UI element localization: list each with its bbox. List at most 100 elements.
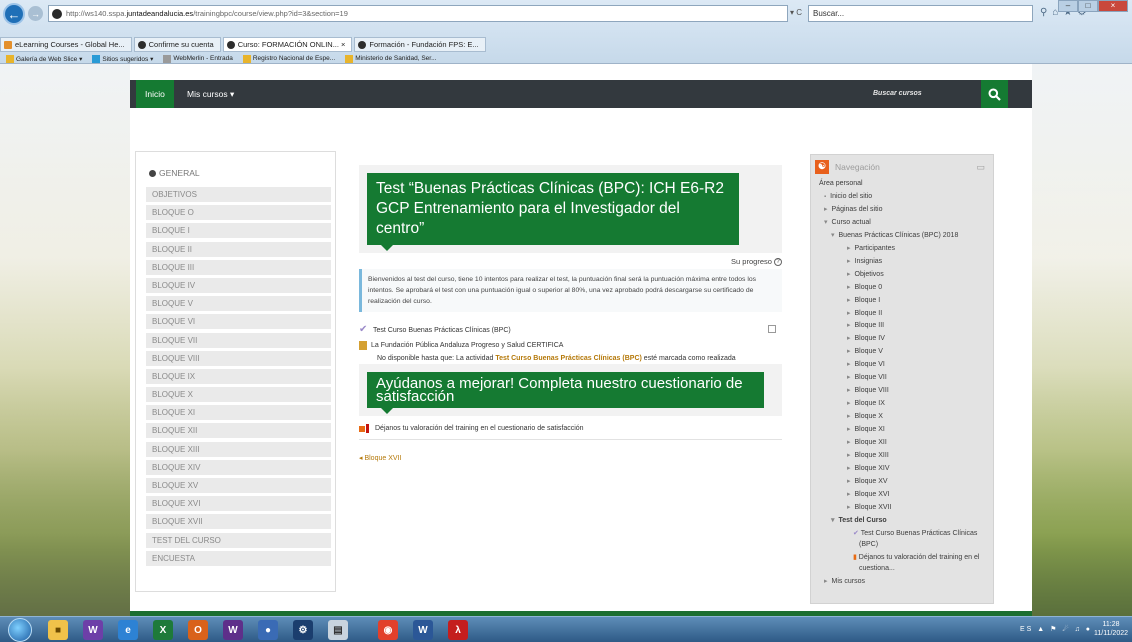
section-item[interactable]: BLOQUE XV: [146, 478, 331, 493]
collapse-icon[interactable]: ▭: [976, 162, 985, 173]
section-item[interactable]: BLOQUE X: [146, 387, 331, 403]
nav-feedback-line1[interactable]: Déjanos tu valoración del training en el: [859, 554, 980, 561]
restriction-link[interactable]: Test Curso Buenas Prácticas Clínicas (BP…: [495, 355, 642, 362]
nav-item[interactable]: Bloque XIV: [819, 463, 993, 476]
section-item[interactable]: BLOQUE I: [146, 223, 331, 239]
nav-feedback-cont[interactable]: cuestiona...: [819, 564, 993, 576]
nav-item[interactable]: Bloque 0: [819, 282, 993, 295]
section-item[interactable]: BLOQUE XVII: [146, 514, 331, 530]
close-icon[interactable]: ×: [1098, 0, 1128, 12]
nav-item[interactable]: Páginas del sitio: [819, 204, 993, 217]
search-button[interactable]: [981, 80, 1008, 108]
app-w-icon[interactable]: W: [83, 620, 103, 640]
nav-test-quiz-cont[interactable]: (BPC): [819, 540, 993, 552]
quiz-activity-label[interactable]: Test Curso Buenas Prácticas Clínicas (BP…: [373, 327, 511, 334]
tab-formacion[interactable]: Formación - Fundación FPS: E...: [354, 37, 486, 52]
forward-arrow-icon[interactable]: →: [28, 6, 43, 21]
section-item[interactable]: BLOQUE XVI: [146, 496, 331, 512]
app-w2-icon[interactable]: W: [223, 620, 243, 640]
section-item[interactable]: BLOQUE VIII: [146, 350, 331, 366]
completion-checkbox[interactable]: [768, 325, 776, 334]
tab-confirme[interactable]: Confirme su cuenta: [133, 37, 221, 52]
fav-suggested[interactable]: Sitios sugeridos ▾: [92, 53, 153, 64]
section-item[interactable]: BLOQUE VII: [146, 332, 331, 348]
home-link[interactable]: Inicio: [136, 80, 174, 108]
section-item[interactable]: BLOQUE XI: [146, 405, 331, 421]
nav-my-courses[interactable]: Mis cursos: [819, 576, 993, 589]
nav-item[interactable]: Bloque V: [819, 346, 993, 359]
nav-item[interactable]: Bloque VII: [819, 372, 993, 385]
language-indicator[interactable]: ES: [1020, 626, 1033, 633]
section-item[interactable]: BLOQUE XIV: [146, 459, 331, 475]
section-item[interactable]: BLOQUE VI: [146, 314, 331, 330]
fav-ministerio[interactable]: Ministerio de Sanidad, Ser...: [345, 53, 437, 64]
nav-item[interactable]: Bloque IV: [819, 333, 993, 346]
pdf-icon[interactable]: λ: [448, 620, 468, 640]
section-item[interactable]: OBJETIVOS: [146, 187, 331, 202]
word-icon[interactable]: W: [413, 620, 433, 640]
section-item[interactable]: BLOQUE III: [146, 259, 331, 275]
start-button[interactable]: [8, 618, 32, 642]
back-arrow-icon[interactable]: ←: [3, 3, 25, 25]
nav-item[interactable]: Bloque XII: [819, 437, 993, 450]
office-icon[interactable]: O: [188, 620, 208, 640]
section-item[interactable]: BLOQUE IX: [146, 368, 331, 384]
nav-item[interactable]: Objetivos: [819, 269, 993, 282]
fav-webmerlin[interactable]: WebMerlin - Entrada: [163, 53, 233, 64]
section-item[interactable]: BLOQUE II: [146, 241, 331, 257]
settings-icon[interactable]: ⚙: [293, 620, 313, 640]
nav-item[interactable]: Bloque VIII: [819, 385, 993, 398]
nav-test-quiz-line1[interactable]: Test Curso Buenas Prácticas Clínicas: [861, 530, 978, 537]
document-icon[interactable]: ▤: [328, 620, 348, 640]
nav-item[interactable]: Participantes: [819, 243, 993, 256]
feedback-activity-label[interactable]: Déjanos tu valoración del training en el…: [375, 425, 584, 432]
nav-feedback[interactable]: ▮ Déjanos tu valoración del training en …: [819, 552, 993, 565]
section-item[interactable]: ENCUESTA: [146, 550, 331, 566]
feedback-activity[interactable]: Déjanos tu valoración del training en el…: [359, 424, 782, 434]
tab-curso[interactable]: Curso: FORMACIÓN ONLIN... ×: [222, 37, 353, 52]
refresh-icon[interactable]: ▾ C: [790, 8, 802, 17]
nav-test-quiz[interactable]: ✔ Test Curso Buenas Prácticas Clínicas: [819, 528, 993, 541]
certificate-activity-label[interactable]: La Fundación Pública Andaluza Progreso y…: [371, 342, 563, 349]
nav-item[interactable]: Área personal: [819, 178, 993, 191]
section-general[interactable]: GENERAL: [149, 168, 200, 178]
certificate-activity[interactable]: La Fundación Pública Andaluza Progreso y…: [359, 341, 782, 351]
nav-test-del-curso[interactable]: Test del Curso: [819, 515, 993, 528]
quiz-activity[interactable]: ✔ Test Curso Buenas Prácticas Clínicas (…: [359, 325, 782, 335]
maximize-icon[interactable]: □: [1078, 0, 1098, 12]
chrome-icon[interactable]: ◉: [378, 620, 398, 640]
browser-search-input[interactable]: Buscar...: [808, 5, 1033, 22]
nav-item[interactable]: Insignias: [819, 256, 993, 269]
fav-registro[interactable]: Registro Nacional de Espe...: [242, 53, 335, 64]
explorer-icon[interactable]: ■: [48, 620, 68, 640]
system-tray[interactable]: ES ▲ ⚑ ☄ ♫ ●: [1020, 625, 1092, 633]
minimize-icon[interactable]: –: [1058, 0, 1078, 12]
nav-item[interactable]: Bloque XIII: [819, 450, 993, 463]
nav-item[interactable]: Bloque VI: [819, 359, 993, 372]
nav-item[interactable]: Bloque IX: [819, 398, 993, 411]
nav-item[interactable]: Bloque X: [819, 411, 993, 424]
section-item[interactable]: TEST DEL CURSO: [146, 532, 331, 548]
nav-item[interactable]: Bloque III: [819, 320, 993, 333]
nav-item[interactable]: Curso actual: [819, 217, 993, 230]
nav-item[interactable]: Bloque XVI: [819, 489, 993, 502]
nav-item[interactable]: Inicio del sitio: [819, 191, 993, 204]
fav-web-slice[interactable]: Galería de Web Slice ▾: [6, 53, 82, 64]
help-icon[interactable]: ?: [774, 258, 782, 267]
section-item[interactable]: BLOQUE V: [146, 296, 331, 312]
search-courses-input[interactable]: Buscar cursos: [863, 82, 983, 106]
nav-item[interactable]: Bloque XVII: [819, 502, 993, 515]
my-courses-menu[interactable]: Mis cursos ▾: [187, 89, 234, 100]
ie-icon[interactable]: e: [118, 620, 138, 640]
clock[interactable]: 11:28 11/11/2022: [1094, 620, 1128, 638]
section-item[interactable]: BLOQUE XIII: [146, 441, 331, 457]
section-item[interactable]: BLOQUE IV: [146, 277, 331, 293]
tab-elearning[interactable]: eLearning Courses - Global He...: [0, 37, 132, 52]
section-item[interactable]: BLOQUE XII: [146, 423, 331, 439]
nav-item[interactable]: Bloque I: [819, 295, 993, 308]
prev-section-link[interactable]: ◂ Bloque XVII: [359, 454, 782, 462]
section-item[interactable]: BLOQUE o: [146, 205, 331, 221]
meeting-icon[interactable]: ●: [258, 620, 278, 640]
nav-item[interactable]: Bloque XI: [819, 424, 993, 437]
address-bar[interactable]: http://ws140.sspa.juntadeandalucia.es/tr…: [48, 5, 788, 22]
